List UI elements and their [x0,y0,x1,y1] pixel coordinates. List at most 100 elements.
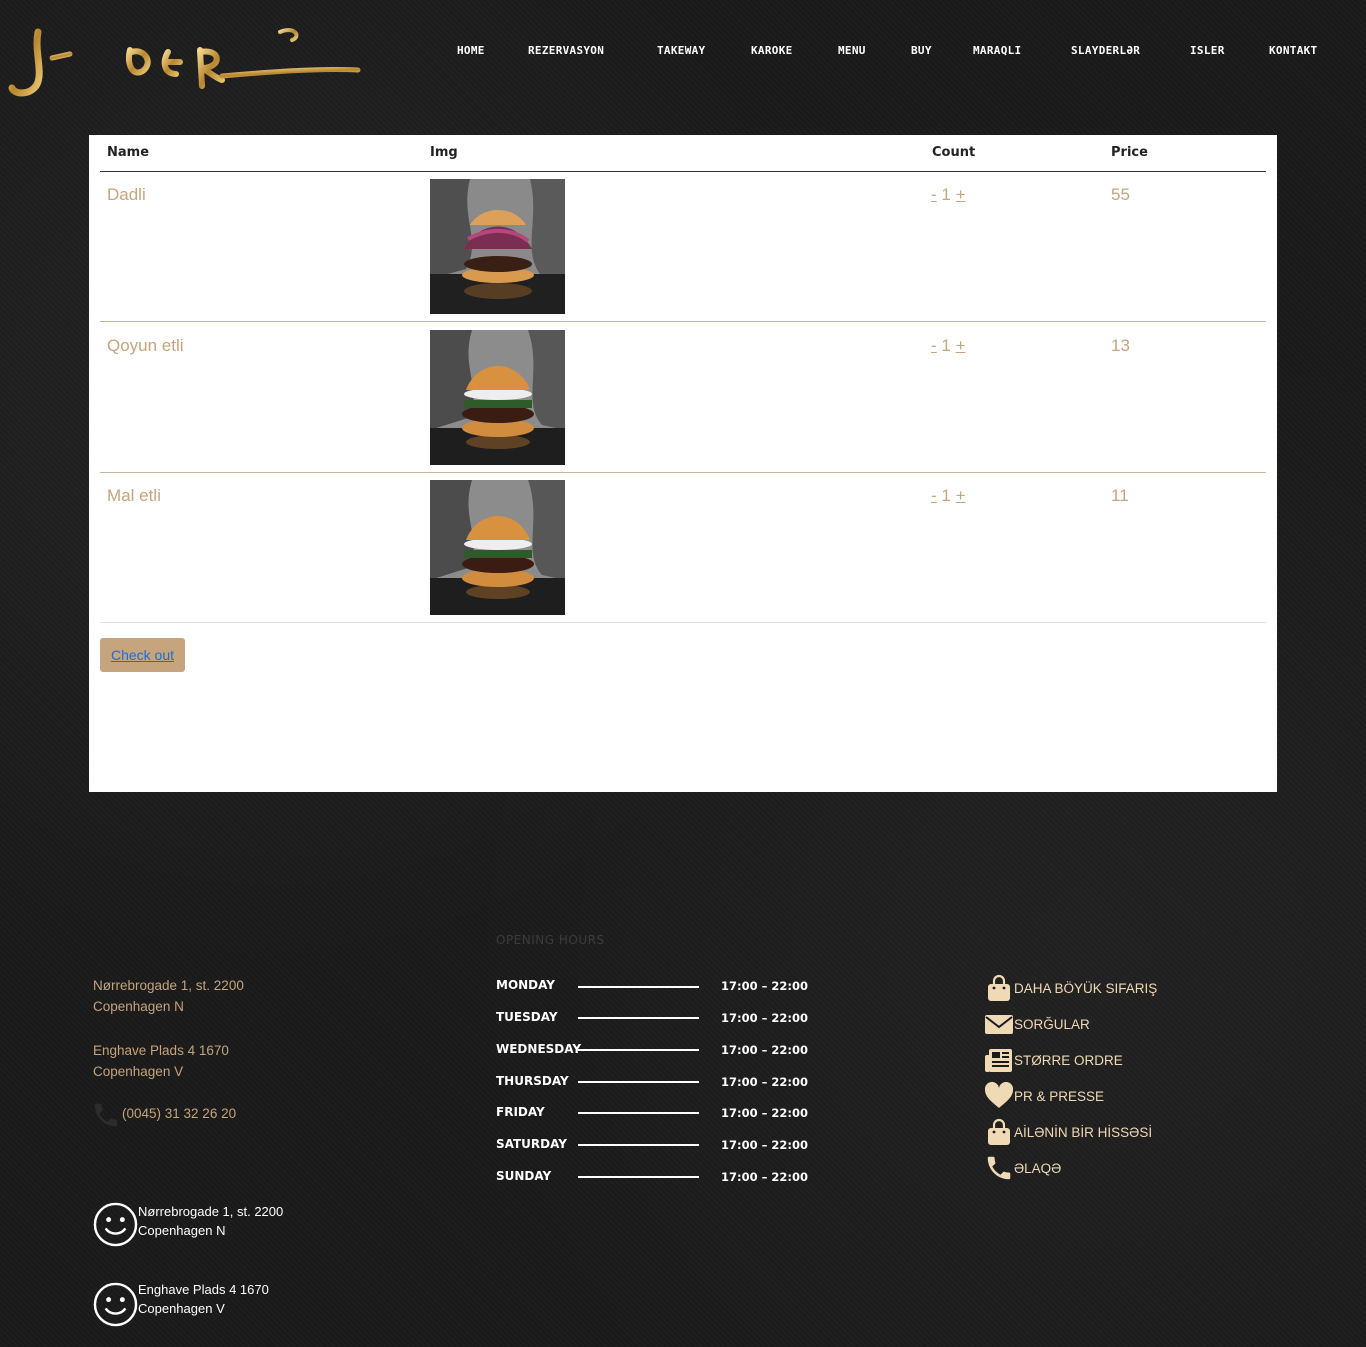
location-text: Enghave Plads 4 1670 Copenhagen V [138,1280,269,1318]
burger-red-onion-photo [430,179,565,314]
hours-divider-line [578,986,699,988]
hours-divider-line [578,1049,699,1051]
opening-day: SATURDAY [496,1137,567,1151]
location-text: Nørrebrogade 1, st. 2200 Copenhagen N [138,1202,283,1240]
row-divider [100,321,1266,322]
nav-takeway[interactable]: TAKEWAY [657,44,705,57]
increment-button[interactable]: + [956,486,966,505]
increment-button[interactable]: + [956,336,966,355]
location-block: Nørrebrogade 1, st. 2200 Copenhagen N [93,1202,283,1247]
newspaper-icon [985,1049,1012,1072]
row-divider [100,622,1266,623]
opening-time: 17:00 – 22:00 [721,1138,808,1152]
item-name: Qoyun etli [107,336,184,355]
header-count: Count [932,145,976,160]
smiley-icon [93,1282,138,1327]
table-row: Mal etli - 1 + 11 [89,473,1277,623]
location-line: Copenhagen V [138,1300,225,1316]
nav-isler[interactable]: ISLER [1190,44,1225,57]
item-price: 13 [1111,336,1130,355]
cart-panel: Name Img Count Price Dadli - 1 + 55 Qoyu… [89,135,1277,792]
address-line: Enghave Plads 4 1670 [93,1043,229,1058]
address-block: Nørrebrogade 1, st. 2200 Copenhagen N [93,975,244,1017]
opening-hours-title: OPENING HOURS [496,933,605,947]
opening-day: THURSDAY [496,1074,569,1088]
footer-link-inquiries[interactable]: SORĞULAR [984,1009,1090,1039]
phone-icon [94,1103,118,1127]
opening-time: 17:00 – 22:00 [721,1011,808,1025]
footer-link-label: DAHA BÖYÜK SIFARIŞ [1014,980,1158,996]
checkout-link[interactable]: Check out [111,647,174,663]
burger-beef-photo [430,480,565,615]
footer-link-pr-press[interactable]: PR & PRESSE [984,1081,1104,1111]
smiley-icon [93,1202,138,1247]
footer-link-label: SORĞULAR [1014,1016,1090,1032]
opening-time: 17:00 – 22:00 [721,1170,808,1184]
opening-time: 17:00 – 22:00 [721,1075,808,1089]
nav-rezervasyon[interactable]: REZERVASYON [528,44,604,57]
heart-icon [984,1081,1014,1108]
main-nav: HOME REZERVASYON TAKEWAY KAROKE MENU BUY… [0,44,1366,60]
table-row: Dadli - 1 + 55 [89,172,1277,322]
footer-link-bigger-order[interactable]: DAHA BÖYÜK SIFARIŞ [984,973,1157,1003]
nav-maraqli[interactable]: MARAQLI [973,44,1021,57]
footer-link-label: STØRRE ORDRE [1014,1052,1123,1068]
footer-link-family[interactable]: AİLƏNİN BİR HİSSƏSİ [984,1117,1152,1147]
opening-day: MONDAY [496,978,555,992]
quantity-value: 1 [941,185,951,204]
hours-divider-line [578,1176,699,1178]
item-name: Dadli [107,185,146,204]
item-price: 55 [1111,185,1130,204]
footer-link-label: ƏLAQƏ [1014,1160,1062,1176]
sliders-logo[interactable] [8,22,364,100]
hours-divider-line [578,1112,699,1114]
quantity-stepper: - 1 + [931,336,966,356]
address-line: Copenhagen V [93,1064,184,1079]
quantity-value: 1 [941,486,951,505]
header-name: Name [107,145,150,160]
opening-time: 17:00 – 22:00 [721,1043,808,1057]
opening-day: FRIDAY [496,1105,545,1119]
item-price: 11 [1111,486,1129,505]
hours-divider-line [578,1017,699,1019]
location-line: Enghave Plads 4 1670 [138,1281,269,1297]
table-row: Qoyun etli - 1 + 13 [89,323,1277,473]
envelope-icon [985,1015,1013,1034]
nav-slayderler[interactable]: SLAYDERLƏR [1071,44,1140,57]
phone-icon [987,1156,1011,1180]
shopping-bag-icon [988,1118,1010,1145]
hours-divider-line [578,1144,699,1146]
quantity-stepper: - 1 + [931,185,966,205]
checkout-button[interactable]: Check out [100,638,185,672]
address-block: Enghave Plads 4 1670 Copenhagen V [93,1040,229,1082]
footer-link-label: PR & PRESSE [1014,1088,1105,1104]
nav-kontakt[interactable]: KONTAKT [1269,44,1317,57]
decrement-button[interactable]: - [931,185,937,204]
nav-menu[interactable]: MENU [838,44,866,57]
phone-number[interactable]: (0045) 31 32 26 20 [122,1103,236,1124]
nav-karoke[interactable]: KAROKE [751,44,793,57]
footer-link-label: AİLƏNİN BİR HİSSƏSİ [1014,1124,1153,1140]
nav-home[interactable]: HOME [457,44,485,57]
footer-link-larger-order[interactable]: STØRRE ORDRE [984,1045,1123,1075]
burger-lamb-photo [430,330,565,465]
nav-buy[interactable]: BUY [911,44,932,57]
location-block: Enghave Plads 4 1670 Copenhagen V [93,1282,269,1327]
hours-divider-line [578,1081,699,1083]
opening-day: TUESDAY [496,1010,558,1024]
decrement-button[interactable]: - [931,336,937,355]
increment-button[interactable]: + [956,185,966,204]
opening-day: SUNDAY [496,1169,552,1183]
header-img: Img [430,145,458,160]
location-line: Copenhagen N [138,1222,226,1238]
location-line: Nørrebrogade 1, st. 2200 [138,1203,284,1219]
decrement-button[interactable]: - [931,486,937,505]
item-name: Mal etli [107,486,161,505]
address-line: Copenhagen N [93,999,184,1014]
quantity-value: 1 [941,336,951,355]
address-line: Nørrebrogade 1, st. 2200 [93,978,244,993]
quantity-stepper: - 1 + [931,486,966,506]
opening-day: WEDNESDAY [496,1042,582,1056]
footer-link-contact[interactable]: ƏLAQƏ [984,1153,1061,1183]
opening-time: 17:00 – 22:00 [721,979,808,993]
